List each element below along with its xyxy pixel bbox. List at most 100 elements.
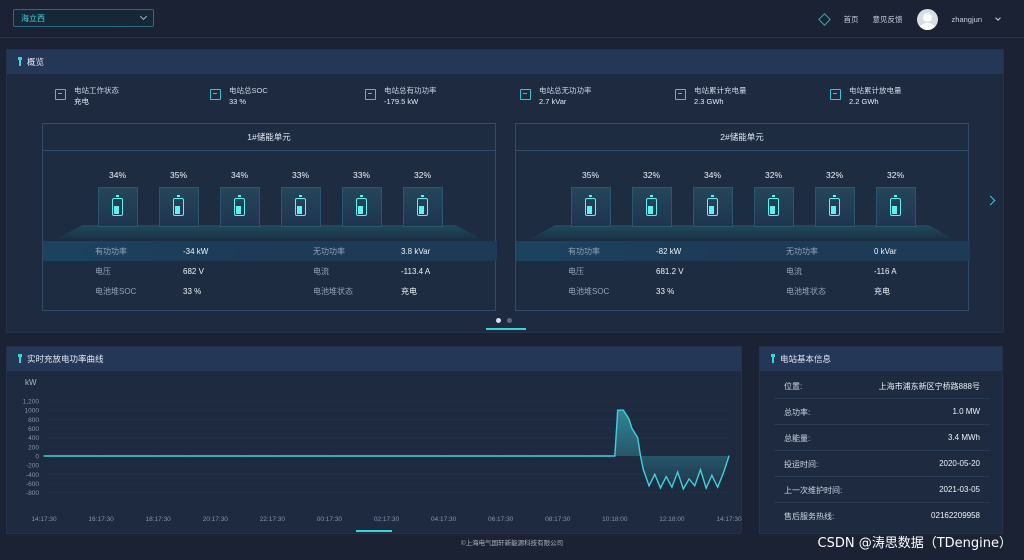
battery-module[interactable]: 35% [155, 169, 202, 241]
info-label: 上一次维护时间: [784, 486, 843, 495]
battery-icon [829, 195, 840, 216]
storage-unit-card: 2#储能单元 35% 32% 34% 32% 32% 32% 有功功率 -82 kW 无功功率 0 … [515, 123, 970, 311]
metric-value: 充电 [874, 286, 890, 296]
battery-module[interactable]: 32% [628, 169, 675, 241]
battery-icon [173, 195, 184, 216]
kpi-value: 2.2 GWh [849, 97, 879, 106]
site-select[interactable]: 海立西 [13, 9, 154, 27]
kpi-text: 电站工作状态 充电 [74, 85, 119, 108]
data-point [631, 427, 633, 430]
battery-icon [646, 195, 657, 216]
kpi-item: 电站总SOC 33 % [210, 85, 365, 108]
info-value: 2020-05-20 [939, 459, 980, 468]
battery-module[interactable]: 32% [750, 169, 797, 241]
kpi-text: 电站累计放电量 2.2 GWh [849, 85, 902, 108]
kpi-strip: 电站工作状态 充电 电站总SOC 33 % 电站总有功功率 -179.5 kW 电站总无功功… [55, 85, 985, 108]
data-point [43, 455, 45, 457]
home-link[interactable]: 首页 [844, 14, 859, 25]
metric-value: -82 kW [656, 246, 682, 256]
battery-module[interactable]: 32% [811, 169, 858, 241]
battery-module[interactable]: 35% [567, 169, 614, 241]
info-row: 总功率: 1.0 MW [760, 399, 1004, 425]
metric-value: 682 V [183, 266, 204, 276]
kpi-item: 电站累计放电量 2.2 GWh [830, 85, 985, 108]
pager-dots [496, 318, 512, 323]
battery-box [875, 187, 916, 227]
kpi-label: 电站累计放电量 [849, 86, 902, 95]
battery-module[interactable]: 32% [872, 169, 919, 241]
battery-box [692, 187, 733, 227]
power-chart: kW 1,200 1000 800 600 400 200 0 -200 -400 -600 -800… [23, 378, 742, 523]
pager-dot-1[interactable] [496, 318, 501, 323]
next-arrow-icon[interactable] [985, 195, 996, 206]
y-tick-label: 800 [28, 417, 39, 424]
metric-label: 有功功率 [568, 246, 600, 256]
kpi-text: 电站累计充电量 2.3 GWh [694, 85, 747, 108]
x-tick-label: 12:18:00 [659, 516, 685, 523]
metric-label: 电压 [568, 266, 584, 276]
user-name[interactable]: zhangjun [952, 15, 982, 24]
battery-module[interactable]: 34% [216, 169, 263, 241]
battery-module[interactable]: 32% [399, 169, 446, 241]
unit-title: 1#储能单元 [43, 124, 495, 151]
data-point [711, 474, 713, 476]
battery-icon [768, 195, 779, 216]
info-value: 1.0 MW [952, 407, 980, 416]
data-point [243, 455, 245, 457]
metric-label: 电池堆SOC [568, 286, 610, 296]
overview-panel: 概览 电站工作状态 充电 电站总SOC 33 % 电站总有功功率 -179.5 kW 电站总… [6, 49, 1004, 333]
metric-label: 电流 [313, 266, 329, 276]
battery-box [341, 187, 382, 227]
battery-module[interactable]: 34% [94, 169, 141, 241]
battery-module[interactable]: 33% [277, 169, 324, 241]
metric-label: 电流 [786, 266, 802, 276]
data-point [671, 486, 673, 488]
y-tick-label: 1000 [25, 408, 40, 415]
metric-value: -116 A [874, 266, 897, 276]
watermark: CSDN @涛思数据（TDengine） [817, 536, 1013, 551]
kpi-value: 2.3 GWh [694, 97, 724, 106]
battery-row: 34% 35% 34% 33% 33% 32% [43, 151, 497, 241]
kpi-icon [520, 89, 531, 100]
info-label: 位置: [784, 382, 803, 391]
data-point [648, 485, 650, 487]
data-point [585, 455, 587, 457]
info-row: 投运时间: 2020-05-20 [760, 451, 1004, 477]
data-point [471, 455, 473, 457]
battery-box [631, 187, 672, 227]
data-point [659, 487, 662, 489]
data-point [614, 455, 616, 457]
unit-metric-row: 电压 682 V 电流 -113.4 A [43, 261, 497, 281]
battery-box [570, 187, 611, 227]
battery-box [402, 187, 443, 227]
pager-indicator [486, 328, 526, 330]
y-tick-label: 0 [35, 454, 39, 461]
pager-dot-2[interactable] [507, 318, 512, 323]
x-tick-label: 04:17:30 [431, 516, 457, 523]
kpi-value: 33 % [229, 97, 247, 106]
footer-indicator [356, 530, 392, 532]
data-point [637, 437, 639, 439]
data-point [654, 473, 656, 475]
section-marker-icon [771, 353, 775, 363]
battery-module[interactable]: 33% [338, 169, 385, 241]
kpi-item: 电站总无功功率 2.7 kVar [520, 85, 675, 108]
chevron-down-icon[interactable] [995, 14, 1001, 21]
station-info-panel: 电站基本信息 位置: 上海市浦东新区宁桥路888号 总功率: 1.0 MW 总能量: 3.… [759, 346, 1003, 534]
top-bar-right: 首页 意见反馈 zhangjun [817, 8, 1001, 30]
data-point [716, 486, 719, 488]
battery-soc: 32% [764, 170, 782, 180]
data-point [557, 455, 559, 457]
battery-icon [356, 195, 367, 216]
battery-module[interactable]: 34% [689, 169, 736, 241]
info-label: 总能量: [784, 434, 811, 443]
unit-metric-row: 电压 681.2 V 电流 -116 A [516, 261, 970, 281]
realtime-header: 实时充放电功率曲线 [7, 347, 741, 371]
cube-icon[interactable] [817, 12, 831, 26]
battery-soc: 35% [581, 170, 599, 180]
feedback-link[interactable]: 意见反馈 [873, 14, 903, 25]
battery-soc: 32% [642, 170, 660, 180]
avatar[interactable] [916, 8, 938, 30]
battery-icon [890, 195, 901, 216]
battery-soc: 35% [169, 170, 187, 180]
